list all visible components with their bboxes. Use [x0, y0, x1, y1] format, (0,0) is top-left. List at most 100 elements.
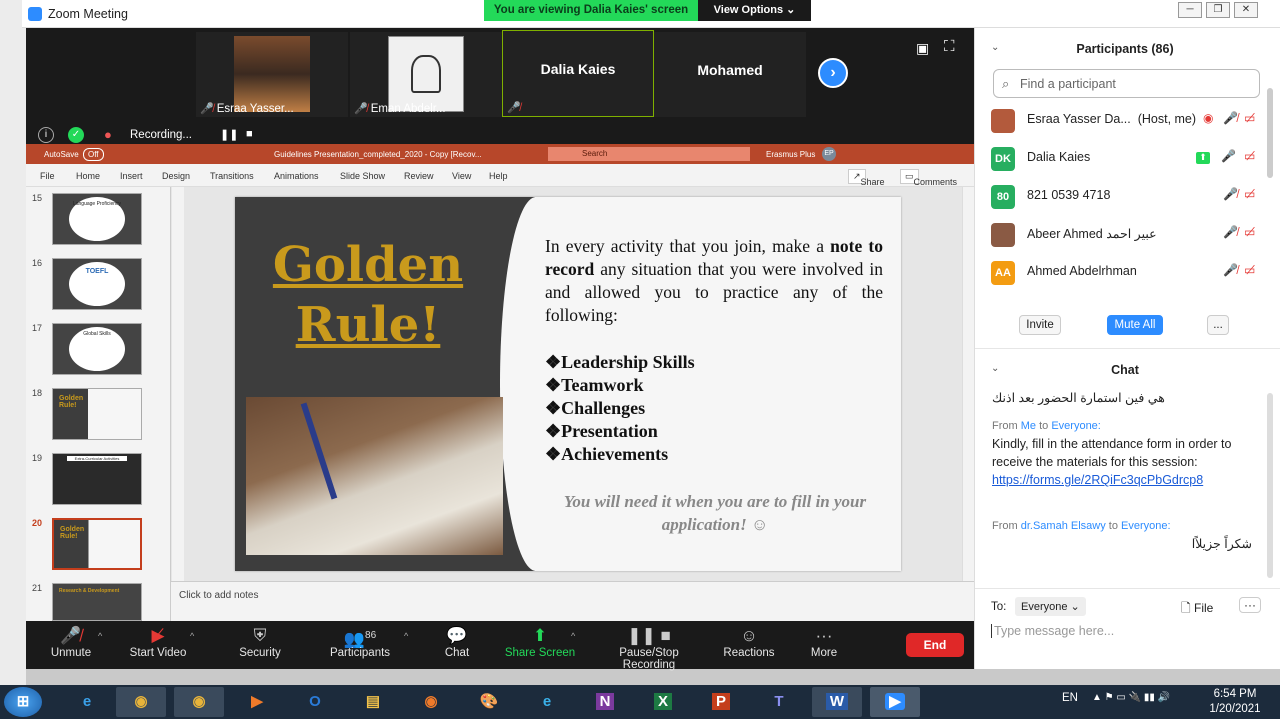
- chrome-icon[interactable]: ◉: [174, 687, 224, 717]
- fullscreen-icon[interactable]: ⛶: [944, 38, 955, 55]
- menu-transitions[interactable]: Transitions: [210, 171, 254, 181]
- word-icon[interactable]: W: [812, 687, 862, 717]
- thumbnail-scrollbar[interactable]: [172, 187, 184, 621]
- paint-icon[interactable]: 🎨: [464, 687, 514, 717]
- close-button[interactable]: ✕: [1234, 2, 1258, 18]
- slide-thumbnail[interactable]: TOEFL: [52, 258, 142, 310]
- chat-more-button[interactable]: ···: [1239, 597, 1261, 613]
- share-screen-button[interactable]: ⬆ Share Screen: [502, 625, 578, 659]
- pause-recording-icon[interactable]: ❚❚: [220, 128, 238, 141]
- menu-view[interactable]: View: [452, 171, 471, 181]
- security-button[interactable]: ⛨ Security: [232, 625, 288, 659]
- teams-icon[interactable]: T: [754, 687, 804, 717]
- participant-search-input[interactable]: ⌕ Find a participant: [993, 69, 1260, 98]
- video-tile[interactable]: Mohamed: [654, 32, 806, 117]
- participant-row[interactable]: 80 821 0539 4718 🎤̸ ▭̸: [991, 182, 1261, 212]
- muted-mic-icon: 🎤̸: [354, 103, 371, 115]
- file-explorer-icon[interactable]: ▤: [348, 687, 398, 717]
- chat-link[interactable]: https://forms.gle/2RQiFc3qcPbGdrcp8: [992, 473, 1203, 487]
- slide-scrollbar[interactable]: [962, 187, 974, 581]
- avatar[interactable]: EP: [822, 147, 836, 161]
- powerpoint-icon[interactable]: P: [696, 687, 746, 717]
- slide-paragraph: In every activity that you join, make a …: [545, 236, 883, 325]
- invite-button[interactable]: Invite: [1019, 315, 1061, 335]
- share-button[interactable]: ↗ Share: [848, 169, 885, 187]
- start-video-button[interactable]: ▶̸ Start Video: [126, 625, 190, 659]
- shield-icon[interactable]: ✓: [68, 127, 84, 143]
- file-button[interactable]: 🗋 File: [1181, 599, 1213, 620]
- restore-button[interactable]: ❐: [1206, 2, 1230, 18]
- more-button[interactable]: ··· More: [804, 625, 844, 659]
- clock[interactable]: 6:54 PM 1/20/2021: [1200, 687, 1270, 717]
- chat-button[interactable]: 💬 Chat: [436, 625, 478, 659]
- chat-message: شكراً جزيلاًا: [1191, 537, 1252, 551]
- participant-row[interactable]: DK Dalia Kaies ⬆ 🎤 ▭̸: [991, 144, 1261, 174]
- pause-stop-recording-button[interactable]: ❚❚ ■ Pause/Stop Recording: [592, 625, 706, 671]
- slide-thumbnail-selected[interactable]: Golden Rule!: [52, 518, 142, 570]
- chrome-icon[interactable]: ◉: [116, 687, 166, 717]
- menu-design[interactable]: Design: [162, 171, 190, 181]
- unmute-button[interactable]: 🎤̸ Unmute: [44, 625, 98, 659]
- chevron-up-icon[interactable]: ^: [98, 631, 102, 641]
- menu-animations[interactable]: Animations: [274, 171, 319, 181]
- stop-recording-icon[interactable]: ■: [246, 128, 253, 140]
- participant-row[interactable]: Abeer Ahmed عبير احمد 🎤̸ ▭̸: [991, 220, 1261, 250]
- notes-pane[interactable]: Click to add notes: [171, 581, 974, 621]
- outlook-icon[interactable]: O: [290, 687, 340, 717]
- menu-insert[interactable]: Insert: [120, 171, 143, 181]
- view-options-button[interactable]: View Options ⌄: [698, 0, 811, 21]
- mute-all-button[interactable]: Mute All: [1107, 315, 1163, 335]
- slide-thumbnail[interactable]: Golden Rule!: [52, 388, 142, 440]
- menu-help[interactable]: Help: [489, 171, 508, 181]
- onenote-icon[interactable]: N: [580, 687, 630, 717]
- participants-button[interactable]: 👥86 Participants: [324, 625, 396, 659]
- video-tile-active-speaker[interactable]: Dalia Kaies 🎤̸: [502, 30, 654, 117]
- participant-row[interactable]: Esraa Yasser Da... (Host, me) ◉ 🎤̸ ▭̸: [991, 106, 1261, 136]
- slide-thumbnail[interactable]: Global Skills: [52, 323, 142, 375]
- menu-home[interactable]: Home: [76, 171, 100, 181]
- autosave-label: AutoSave: [44, 150, 79, 159]
- menu-review[interactable]: Review: [404, 171, 434, 181]
- edge-icon[interactable]: e: [522, 687, 572, 717]
- participants-scrollbar[interactable]: [1267, 88, 1273, 178]
- info-icon[interactable]: i: [38, 127, 54, 143]
- chat-scrollbar[interactable]: [1267, 393, 1273, 578]
- chat-meta: From dr.Samah Elsawy to Everyone:: [992, 520, 1171, 532]
- chat-message-input[interactable]: Type message here...: [991, 624, 1261, 638]
- reactions-button[interactable]: ☺ Reactions: [720, 625, 778, 659]
- language-indicator[interactable]: EN: [1062, 692, 1078, 704]
- chevron-up-icon[interactable]: ^: [571, 631, 575, 641]
- slide-thumbnail[interactable]: Language Proficiency: [52, 193, 142, 245]
- start-button[interactable]: ⊞: [4, 687, 42, 717]
- participant-row[interactable]: AA Ahmed Abdelrhman 🎤̸ ▭̸: [991, 258, 1261, 288]
- list-item: ❖Achievements: [545, 444, 669, 464]
- video-tile[interactable]: 🎤̸ Esraa Yasser...: [196, 32, 348, 117]
- chevron-up-icon[interactable]: ^: [404, 631, 408, 641]
- tray-chevron-icon[interactable]: ▲ ⚑ ▭ 🔌 ▮▮ 🔊: [1092, 692, 1170, 703]
- participant-name: 821 0539 4718: [1027, 188, 1111, 202]
- menu-file[interactable]: File: [40, 171, 55, 181]
- next-page-chevron-icon[interactable]: ›: [818, 58, 848, 88]
- chevron-up-icon[interactable]: ^: [190, 631, 194, 641]
- slide-thumbnail[interactable]: Extra-Curricular Activities: [52, 453, 142, 505]
- search-box[interactable]: Search: [548, 147, 750, 161]
- comments-button[interactable]: ▭ Comments: [900, 169, 957, 187]
- menu-slide-show[interactable]: Slide Show: [340, 171, 385, 181]
- internet-explorer-icon[interactable]: e: [62, 687, 112, 717]
- zoom-icon[interactable]: ▶: [870, 687, 920, 717]
- firefox-icon[interactable]: ◉: [406, 687, 456, 717]
- media-player-icon[interactable]: ▶: [232, 687, 282, 717]
- layout-icon[interactable]: ▣: [916, 40, 929, 57]
- zoom-logo-icon: [28, 7, 42, 21]
- excel-icon[interactable]: X: [638, 687, 688, 717]
- recording-label: Recording...: [130, 129, 193, 141]
- slide-thumbnail[interactable]: Research & Development: [52, 583, 142, 621]
- recipient-select[interactable]: Everyone ⌄: [1015, 597, 1086, 616]
- windows-taskbar: ⊞ e ◉ ◉ ▶ O ▤ ◉ 🎨 e N X P T W ▶ EN ▲ ⚑ ▭…: [0, 685, 1280, 719]
- list-item: ❖Leadership Skills: [545, 352, 695, 372]
- minimize-button[interactable]: ─: [1178, 2, 1202, 18]
- autosave-toggle[interactable]: Off: [83, 148, 104, 161]
- end-meeting-button[interactable]: End: [906, 633, 964, 657]
- video-tile[interactable]: 🎤̸ Eman Abdelr...: [350, 32, 502, 117]
- more-options-button[interactable]: ...: [1207, 315, 1229, 335]
